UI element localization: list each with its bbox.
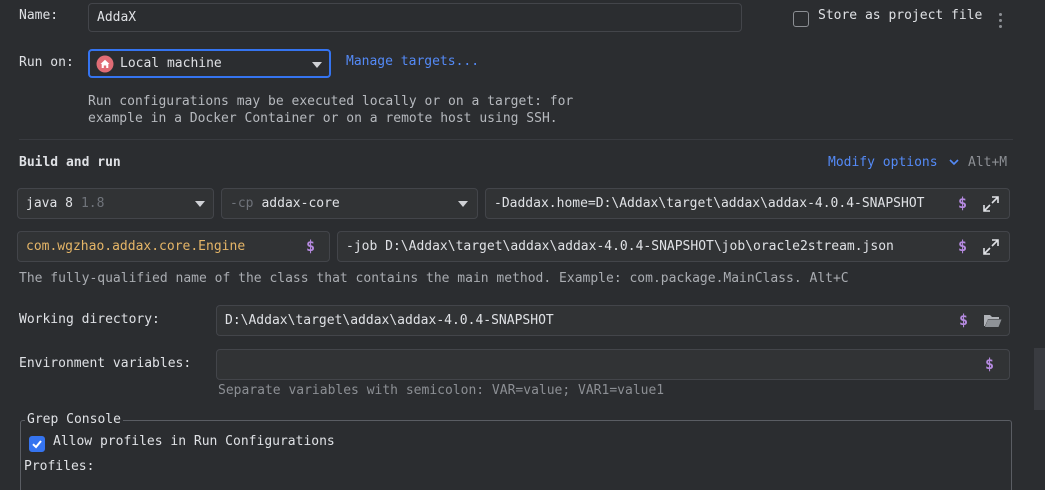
main-class-input[interactable]: com.wgzhao.addax.core.Engine <box>17 231 330 262</box>
run-on-value: Local machine <box>120 56 222 71</box>
name-value: AddaX <box>97 10 137 25</box>
main-class-hint: The fully-qualified name of the class th… <box>19 271 849 286</box>
main-class-macro-icon[interactable]: $ <box>306 237 315 255</box>
vm-options-macro-icon[interactable]: $ <box>958 194 967 212</box>
env-vars-label: Environment variables: <box>19 356 192 371</box>
manage-targets-link[interactable]: Manage targets... <box>346 54 479 69</box>
allow-profiles-checkbox[interactable] <box>29 436 45 452</box>
store-project-checkbox[interactable] <box>793 11 809 27</box>
program-args-value: -job D:\Addax\target\addax\addax-4.0.4-S… <box>346 239 894 254</box>
env-vars-input[interactable] <box>216 349 1010 380</box>
run-hint-line1: Run configurations may be executed local… <box>88 94 574 109</box>
modify-options-label: Modify options <box>828 155 938 170</box>
main-class-value: com.wgzhao.addax.core.Engine <box>26 239 246 254</box>
classpath-module: addax-core <box>261 196 340 211</box>
program-args-macro-icon[interactable]: $ <box>958 237 967 255</box>
grep-console-title: Grep Console <box>25 412 123 427</box>
working-dir-value: D:\Addax\target\addax\addax-4.0.4-SNAPSH… <box>225 313 554 328</box>
program-args-input[interactable]: -job D:\Addax\target\addax\addax-4.0.4-S… <box>337 231 1010 262</box>
chevron-down-icon <box>195 201 205 207</box>
run-on-dropdown[interactable]: Local machine <box>88 49 331 78</box>
section-divider <box>19 139 1013 140</box>
store-project-label: Store as project file <box>818 8 983 23</box>
jdk-name: java 8 <box>26 196 73 211</box>
vm-options-value: -Daddax.home=D:\Addax\target\addax\addax… <box>494 196 925 211</box>
working-dir-macro-icon[interactable]: $ <box>959 311 968 329</box>
scrollbar-thumb[interactable] <box>1034 348 1045 410</box>
vm-options-expand-icon[interactable] <box>982 195 1000 213</box>
modify-options-link[interactable]: Modify options <box>828 155 959 170</box>
chevron-down-icon <box>949 159 959 166</box>
vm-options-input[interactable]: -Daddax.home=D:\Addax\target\addax\addax… <box>485 188 1010 219</box>
profiles-label: Profiles: <box>24 459 95 474</box>
working-dir-label: Working directory: <box>19 312 160 327</box>
classpath-dropdown[interactable]: -cp addax-core <box>221 188 478 219</box>
chevron-down-icon <box>312 62 322 68</box>
grep-console-group <box>20 420 1012 490</box>
name-input[interactable]: AddaX <box>88 3 742 32</box>
jdk-dropdown[interactable]: java 8 1.8 <box>17 188 214 219</box>
build-run-title: Build and run <box>19 155 121 170</box>
home-icon <box>96 55 114 72</box>
classpath-prefix: -cp <box>230 196 254 211</box>
jdk-version: 1.8 <box>80 196 105 211</box>
env-vars-macro-icon[interactable]: $ <box>985 355 994 373</box>
env-vars-hint: Separate variables with semicolon: VAR=v… <box>218 383 665 398</box>
name-label: Name: <box>19 8 59 23</box>
modify-options-shortcut: Alt+M <box>968 155 1008 170</box>
program-args-expand-icon[interactable] <box>982 238 1000 256</box>
run-hint-line2: example in a Docker Container or on a re… <box>88 111 558 126</box>
working-dir-input[interactable]: D:\Addax\target\addax\addax-4.0.4-SNAPSH… <box>216 305 1010 336</box>
more-options-icon[interactable] <box>999 13 1002 31</box>
chevron-down-icon <box>458 201 468 207</box>
run-on-label: Run on: <box>19 55 74 70</box>
folder-icon[interactable] <box>983 313 1002 328</box>
checkmark-icon <box>32 440 42 449</box>
allow-profiles-label: Allow profiles in Run Configurations <box>53 434 335 449</box>
